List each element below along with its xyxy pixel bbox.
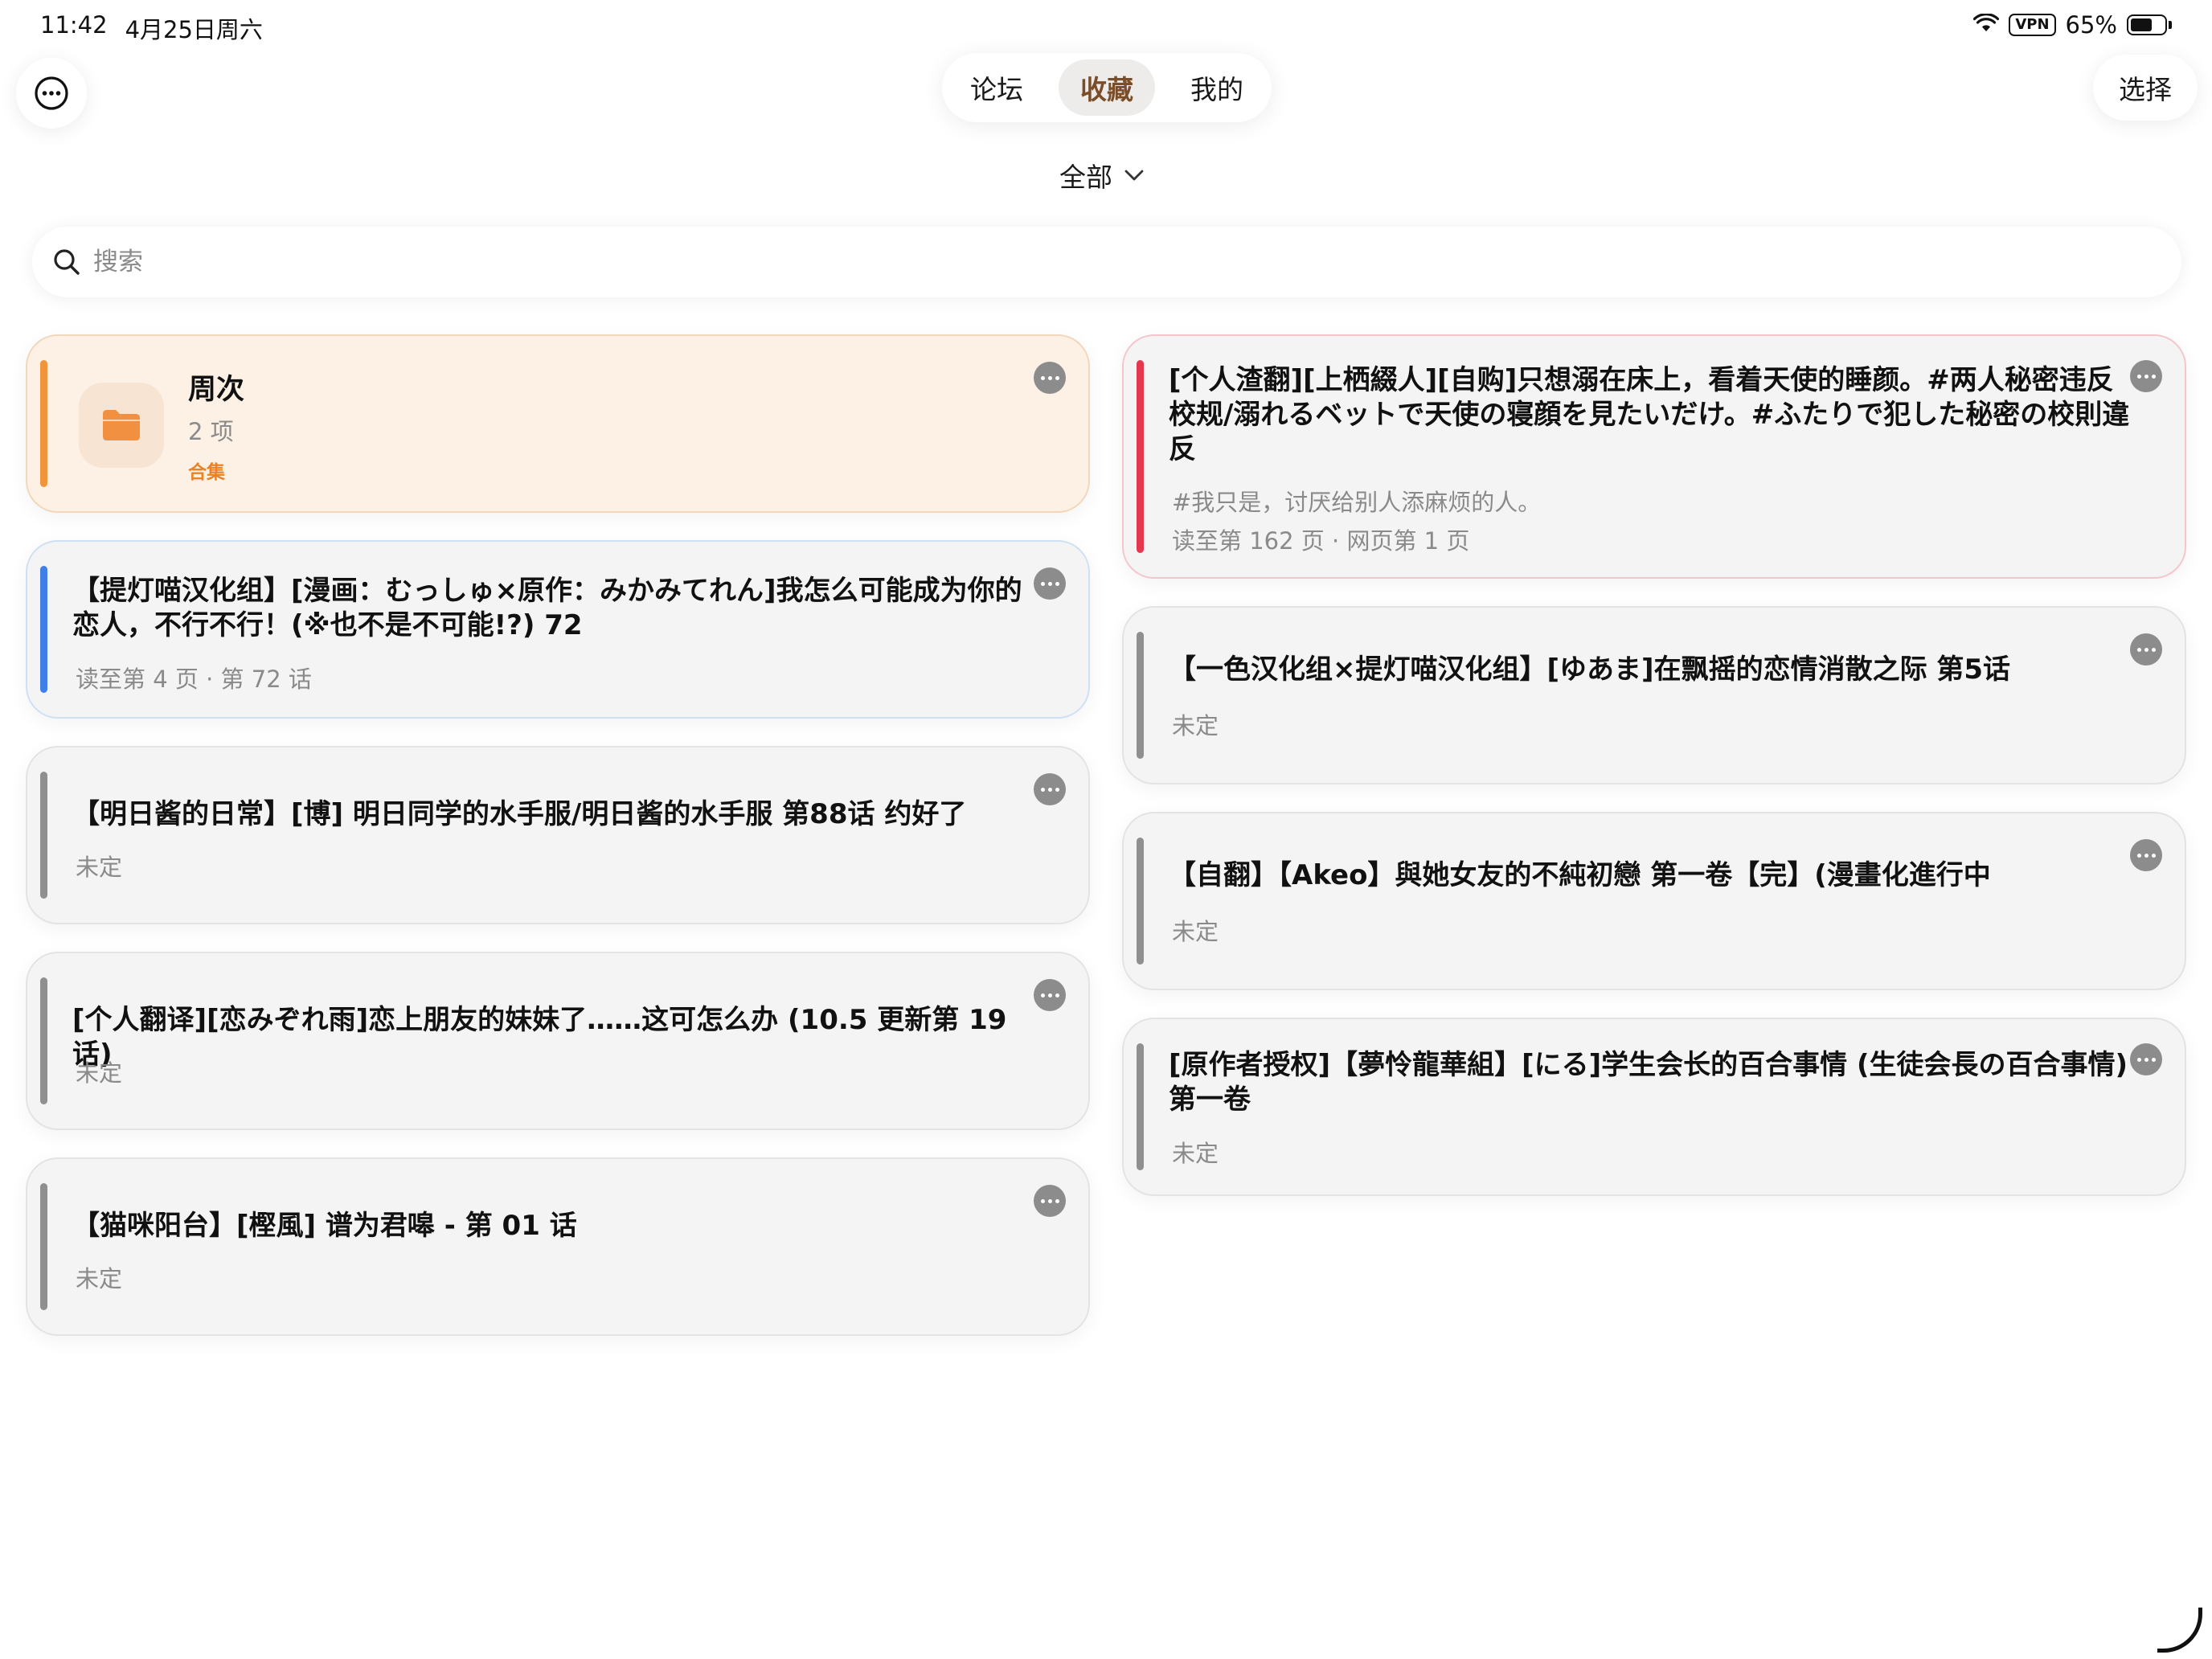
folder-item-count: 2 项 — [188, 418, 234, 445]
folder-name: 周次 — [188, 374, 245, 406]
card-accent-bar — [1137, 838, 1144, 965]
card-accent-bar — [1137, 632, 1144, 759]
card-progress: 未定 — [76, 1059, 123, 1087]
tab-forum[interactable]: 论坛 — [948, 59, 1045, 116]
card-progress: 未定 — [1172, 918, 1219, 945]
card-accent-bar — [40, 772, 47, 899]
card-more-button[interactable] — [1034, 567, 1066, 600]
filter-label: 全部 — [1059, 162, 1112, 193]
app-root: 11:42 4月25日周六 VPN 65% 论坛 收藏 我的 选择 全部 搜索 … — [0, 0, 2212, 1659]
card-subtitle: #我只是，讨厌给别人添麻烦的人。 — [1172, 489, 1542, 516]
favorite-card[interactable]: [个人渣翻][上栖綴人][自购]只想溺在床上，看着天使的睡颜。#两人秘密违反校规… — [1122, 334, 2186, 579]
favorite-card[interactable]: 【猫咪阳台】[樫風] 谱为君嗥 - 第 01 话 未定 — [26, 1157, 1090, 1336]
main-tab-bar: 论坛 收藏 我的 — [942, 53, 1272, 122]
card-progress: 未定 — [1172, 712, 1219, 739]
card-title: [个人渣翻][上栖綴人][自购]只想溺在床上，看着天使的睡颜。#两人秘密违反校规… — [1169, 364, 2130, 465]
card-more-button[interactable] — [1034, 362, 1066, 394]
vpn-badge: VPN — [2009, 14, 2056, 36]
battery-percent: 65% — [2065, 11, 2117, 39]
card-title: 【提灯喵汉化组】[漫画：むっしゅ×原作：みかみてれん]我怎么可能成为你的恋人，不… — [72, 575, 1022, 641]
card-progress: 未定 — [76, 854, 123, 881]
card-title: 【明日酱的日常】[博] 明日同学的水手服/明日酱的水手服 第88话 约好了 — [72, 798, 967, 830]
status-date: 4月25日周六 — [125, 16, 263, 43]
chevron-down-icon — [1124, 170, 1144, 181]
card-accent-bar — [40, 977, 47, 1104]
card-progress: 未定 — [1172, 1140, 1219, 1167]
favorite-card[interactable]: 【一色汉化组×提灯喵汉化组】[ゆあま]在飘摇的恋情消散之际 第5话 未定 — [1122, 606, 2186, 784]
more-menu-button[interactable] — [16, 58, 87, 129]
card-more-button[interactable] — [1034, 773, 1066, 805]
filter-dropdown[interactable]: 全部 — [1059, 156, 1145, 195]
card-more-button[interactable] — [1034, 979, 1066, 1011]
card-title: 【猫咪阳台】[樫風] 谱为君嗥 - 第 01 话 — [72, 1210, 577, 1242]
status-bar-left: 11:42 4月25日周六 — [40, 11, 263, 45]
card-progress: 读至第 162 页 · 网页第 1 页 — [1172, 527, 1470, 555]
card-accent-bar — [1137, 360, 1144, 553]
card-progress: 未定 — [76, 1265, 123, 1292]
battery-fill — [2131, 18, 2152, 31]
card-accent-bar — [1137, 1043, 1144, 1170]
favorite-card[interactable]: 【自翻】【Akeo】與她女友的不純初戀 第一卷【完】(漫畫化進行中 未定 — [1122, 812, 2186, 990]
status-bar-right: VPN 65% — [1973, 11, 2172, 39]
card-more-button[interactable] — [1034, 1185, 1066, 1217]
favorite-card[interactable]: [个人翻译][恋みぞれ雨]恋上朋友的妹妹了……这可怎么办 (10.5 更新第 1… — [26, 952, 1090, 1130]
card-title: 【自翻】【Akeo】與她女友的不純初戀 第一卷【完】(漫畫化進行中 — [1169, 859, 1991, 891]
search-bar[interactable] — [32, 227, 2181, 297]
card-progress: 读至第 4 页 · 第 72 话 — [76, 666, 312, 693]
wifi-icon — [1973, 11, 2000, 39]
favorite-card[interactable]: 【提灯喵汉化组】[漫画：むっしゅ×原作：みかみてれん]我怎么可能成为你的恋人，不… — [26, 540, 1090, 719]
folder-icon — [79, 383, 164, 468]
favorite-card[interactable]: [原作者授权]【夢怜龍華組】[にる]学生会长的百合事情 (生徒会長の百合事情) … — [1122, 1018, 2186, 1196]
ellipsis-circle-icon — [35, 76, 68, 110]
card-title: 【一色汉化组×提灯喵汉化组】[ゆあま]在飘摇的恋情消散之际 第5话 — [1169, 653, 2011, 686]
card-accent-bar — [40, 566, 47, 693]
folder-tag: 合集 — [188, 462, 225, 483]
card-more-button[interactable] — [2130, 1043, 2162, 1075]
search-input[interactable] — [93, 248, 2022, 276]
tab-favorites[interactable]: 收藏 — [1059, 59, 1155, 116]
card-more-button[interactable] — [2130, 360, 2162, 392]
card-title: [个人翻译][恋みぞれ雨]恋上朋友的妹妹了……这可怎么办 (10.5 更新第 1… — [72, 1004, 1007, 1071]
card-title: [原作者授权]【夢怜龍華組】[にる]学生会长的百合事情 (生徒会長の百合事情) … — [1169, 1049, 2128, 1116]
select-button[interactable]: 选择 — [2093, 55, 2198, 121]
card-accent-bar — [40, 1183, 47, 1310]
card-more-button[interactable] — [2130, 839, 2162, 871]
corner-gesture-indicator — [2157, 1608, 2202, 1653]
folder-card[interactable]: 周次 2 项 合集 — [26, 334, 1090, 513]
favorite-card[interactable]: 【明日酱的日常】[博] 明日同学的水手服/明日酱的水手服 第88话 约好了 未定 — [26, 746, 1090, 924]
card-accent-bar — [40, 360, 47, 487]
status-time: 11:42 — [40, 11, 108, 39]
search-icon — [54, 249, 80, 275]
card-more-button[interactable] — [2130, 633, 2162, 666]
battery-icon — [2127, 14, 2172, 35]
tab-mine[interactable]: 我的 — [1169, 59, 1265, 116]
